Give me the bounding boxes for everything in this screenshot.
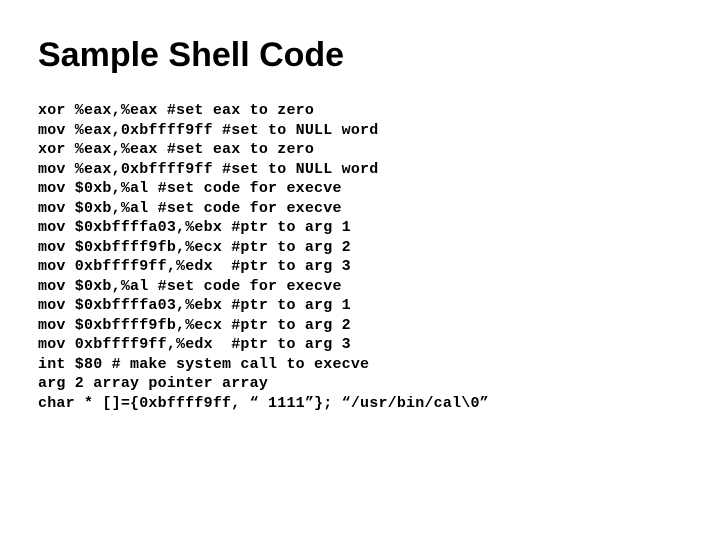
code-line: mov $0xb,%al #set code for execve <box>38 179 682 199</box>
code-line: xor %eax,%eax #set eax to zero <box>38 140 682 160</box>
code-block: xor %eax,%eax #set eax to zeromov %eax,0… <box>38 101 682 413</box>
code-line: mov %eax,0xbffff9ff #set to NULL word <box>38 160 682 180</box>
code-line: mov $0xb,%al #set code for execve <box>38 277 682 297</box>
code-line: int $80 # make system call to execve <box>38 355 682 375</box>
code-line: arg 2 array pointer array <box>38 374 682 394</box>
slide-title: Sample Shell Code <box>38 36 682 75</box>
code-line: mov $0xb,%al #set code for execve <box>38 199 682 219</box>
code-line: mov 0xbffff9ff,%edx #ptr to arg 3 <box>38 257 682 277</box>
code-line: char * []={0xbffff9ff, “ 1111”}; “/usr/b… <box>38 394 682 414</box>
code-line: mov $0xbffff9fb,%ecx #ptr to arg 2 <box>38 238 682 258</box>
code-line: mov $0xbffffa03,%ebx #ptr to arg 1 <box>38 296 682 316</box>
code-line: mov $0xbffff9fb,%ecx #ptr to arg 2 <box>38 316 682 336</box>
code-line: mov %eax,0xbffff9ff #set to NULL word <box>38 121 682 141</box>
slide: Sample Shell Code xor %eax,%eax #set eax… <box>0 0 720 540</box>
code-line: mov 0xbffff9ff,%edx #ptr to arg 3 <box>38 335 682 355</box>
code-line: xor %eax,%eax #set eax to zero <box>38 101 682 121</box>
code-line: mov $0xbffffa03,%ebx #ptr to arg 1 <box>38 218 682 238</box>
